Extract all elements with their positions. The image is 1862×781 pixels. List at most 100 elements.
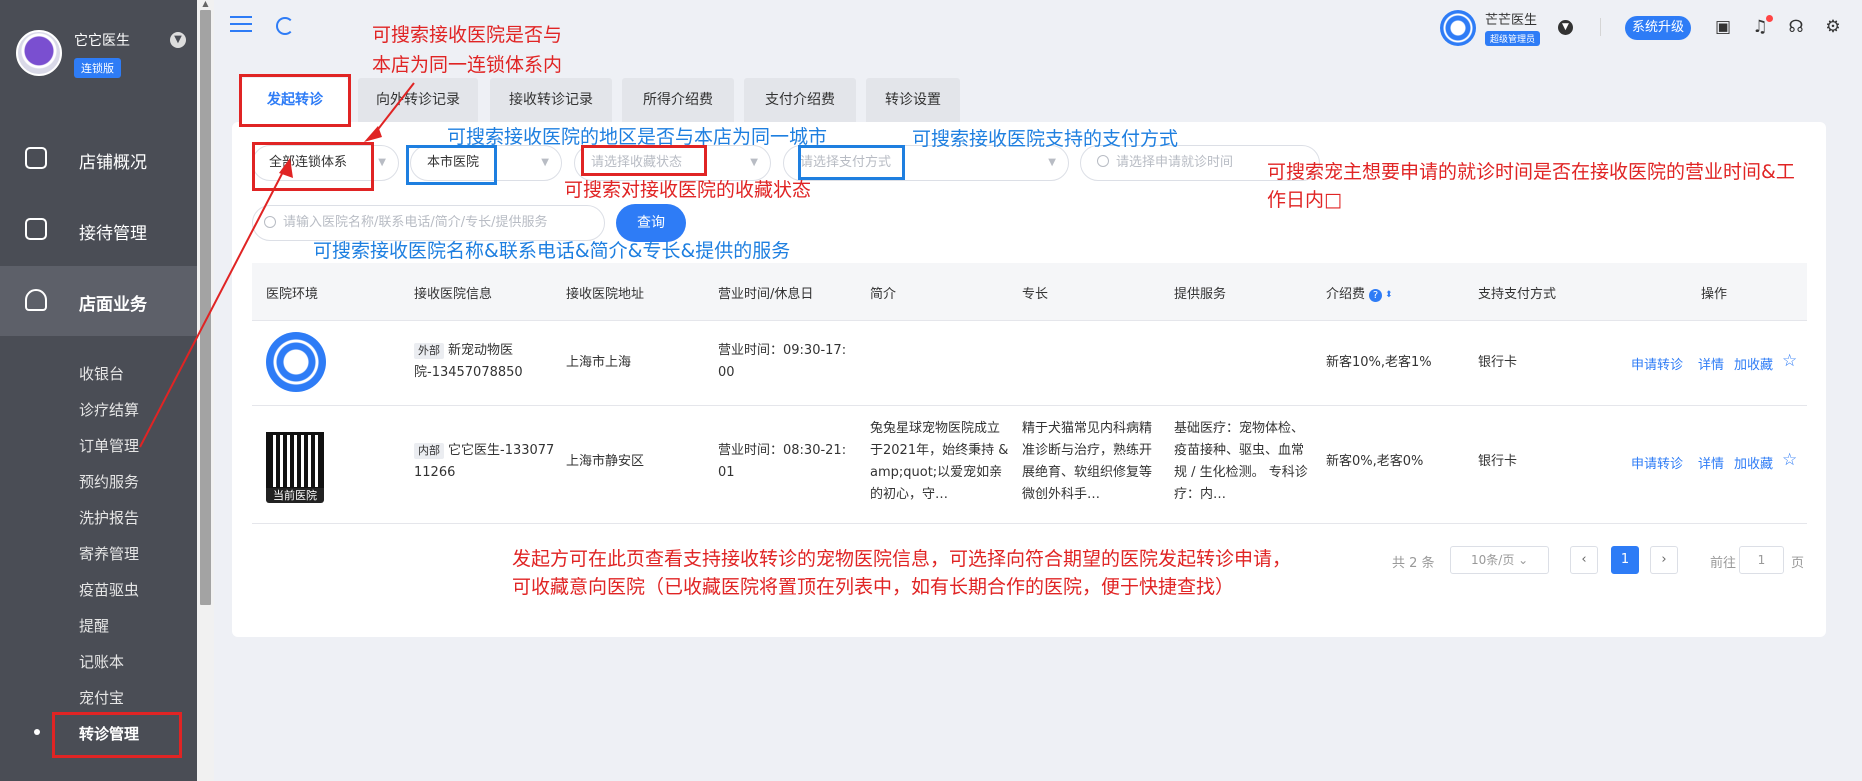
chevron-down-icon[interactable]: ▼ xyxy=(170,32,186,48)
next-page-button[interactable]: › xyxy=(1650,546,1678,574)
chevron-down-icon[interactable]: ▼ xyxy=(1558,20,1573,35)
detail-link[interactable]: 详情 xyxy=(1698,354,1724,373)
scroll-up-icon[interactable]: ▲ xyxy=(200,0,211,8)
goto-page-input[interactable]: 1 xyxy=(1739,546,1784,574)
col-environment: 医院环境 xyxy=(266,287,319,302)
shop-profile[interactable]: 它它医生 连锁版 ▼ xyxy=(16,30,196,80)
calendar-icon[interactable]: ▣ xyxy=(1713,17,1733,37)
nav-sub-appointments[interactable]: 预约服务 xyxy=(79,471,139,492)
hospital-hours: 营业时间：08:30-21:01 xyxy=(718,443,847,480)
tab-referral-settings[interactable]: 转诊设置 xyxy=(866,78,960,122)
tab-outbound-records[interactable]: 向外转诊记录 xyxy=(358,78,478,122)
annotation-text: 可搜索接收医院支持的支付方式 xyxy=(912,128,1179,150)
hospital-address: 上海市静安区 xyxy=(566,454,645,469)
apply-referral-link[interactable]: 申请转诊 xyxy=(1631,453,1683,472)
annotation-text: 可搜索宠主想要申请的就诊时间是否在接收医院的营业时间&工 xyxy=(1267,161,1795,183)
nav-sub-cashier[interactable]: 收银台 xyxy=(79,363,124,384)
annotation-box-tab xyxy=(239,74,351,127)
payment-method: 银行卡 xyxy=(1478,454,1518,469)
shop-name: 它它医生 xyxy=(74,33,130,49)
search-icon xyxy=(264,216,276,228)
annotation-box-sidebar xyxy=(52,712,182,758)
nav-sub-petpay[interactable]: 宠付宝 xyxy=(79,687,124,708)
tab-earned-fees[interactable]: 所得介绍费 xyxy=(622,78,734,122)
hospital-info: 内部 它它医生-13307711266 xyxy=(414,440,559,484)
col-specialty: 专长 xyxy=(1022,287,1049,302)
user-avatar[interactable] xyxy=(1440,10,1476,46)
col-actions: 操作 xyxy=(1701,287,1728,302)
col-hours: 营业时间/休息日 xyxy=(718,287,814,302)
col-fee-label: 介绍费 xyxy=(1326,287,1366,302)
hospital-logo xyxy=(266,332,326,392)
nav-sub-vaccines[interactable]: 疫苗驱虫 xyxy=(79,579,139,600)
tab-paid-fees[interactable]: 支付介绍费 xyxy=(744,78,856,122)
hospital-info: 外部 新宠动物医院-13457078850 xyxy=(414,340,559,384)
apply-referral-link[interactable]: 申请转诊 xyxy=(1631,354,1683,373)
header-divider xyxy=(1600,18,1601,36)
prev-page-button[interactable]: ‹ xyxy=(1570,546,1598,574)
annotation-text: 本店为同一连锁体系内 xyxy=(372,54,563,76)
pagination-total: 共 2 条 xyxy=(1392,556,1435,571)
system-upgrade-button[interactable]: 系统升级 xyxy=(1625,16,1691,40)
page-number-button[interactable]: 1 xyxy=(1611,546,1639,574)
tab-inbound-records[interactable]: 接收转诊记录 xyxy=(490,78,612,122)
referral-fee: 新客0%,老客0% xyxy=(1326,454,1424,469)
nav-sub-reminders[interactable]: 提醒 xyxy=(79,615,109,636)
payment-method: 银行卡 xyxy=(1478,355,1518,370)
shop-avatar xyxy=(16,30,62,76)
table-row: 外部 新宠动物医院-13457078850 上海市上海 营业时间：09:30-17… xyxy=(252,321,1807,406)
hospital-specialty: 精于犬猫常见内科病精准诊断与治疗，熟练开展绝育、软组织修复等微创外科手… xyxy=(1022,421,1153,502)
help-icon[interactable]: ? xyxy=(1369,289,1383,302)
hospital-address: 上海市上海 xyxy=(566,355,632,370)
annotation-text: 发起方可在此页查看支持接收转诊的宠物医院信息，可选择向符合期望的医院发起转诊申请… xyxy=(512,548,1292,570)
goto-suffix: 页 xyxy=(1791,556,1805,571)
menu-icon[interactable] xyxy=(230,16,252,34)
current-hospital-caption: 当前医院 xyxy=(266,488,324,503)
sort-icon[interactable]: ⬍ xyxy=(1385,290,1393,300)
headset-icon[interactable]: ☊ xyxy=(1786,17,1806,37)
table-row: 当前医院 内部 它它医生-13307711266 上海市静安区 营业时间：08:3… xyxy=(252,406,1807,524)
star-icon[interactable]: ☆ xyxy=(1782,351,1797,371)
scrollbar-thumb[interactable] xyxy=(200,10,211,605)
hospital-services: 基础医疗：宠物体检、疫苗接种、驱虫、血常规 / 生化检测。 专科诊疗：内… xyxy=(1174,421,1308,502)
refresh-icon[interactable] xyxy=(276,17,294,35)
clock-icon xyxy=(1097,155,1109,167)
caret-down-icon: ▼ xyxy=(750,157,758,168)
nav-sub-grooming[interactable]: 洗护报告 xyxy=(79,507,139,528)
gear-icon[interactable]: ⚙ xyxy=(1823,17,1843,37)
active-indicator xyxy=(34,729,40,735)
detail-link[interactable]: 详情 xyxy=(1698,453,1724,472)
search-input[interactable]: 请输入医院名称/联系电话/简介/专长/提供服务 xyxy=(252,205,605,241)
chevron-down-icon: ⌄ xyxy=(1518,553,1529,567)
nav-sub-ledger[interactable]: 记账本 xyxy=(79,651,124,672)
hospital-qr-image xyxy=(266,432,324,490)
nav-sub-boarding[interactable]: 寄养管理 xyxy=(79,543,139,564)
add-favorite-link[interactable]: 加收藏 xyxy=(1734,354,1773,373)
annotation-text: 可搜索接收医院名称&联系电话&简介&专长&提供的服务 xyxy=(313,240,791,262)
col-payment: 支持支付方式 xyxy=(1478,287,1557,302)
nav-item-overview[interactable]: 店铺概况 xyxy=(0,124,197,194)
nav-sub-orders[interactable]: 订单管理 xyxy=(79,435,139,456)
page-size-select[interactable]: 10条/页 ⌄ xyxy=(1450,546,1549,574)
visit-time-placeholder: 请选择申请就诊时间 xyxy=(1116,155,1234,170)
nav-item-reception[interactable]: 接待管理 xyxy=(0,195,197,265)
hospital-intro: 兔兔星球宠物医院成立于2021年，始终秉持 &amp;quot;以爱宠如亲的初心… xyxy=(870,421,1009,502)
nav-item-store-business[interactable]: 店面业务 xyxy=(0,266,197,336)
star-icon[interactable]: ☆ xyxy=(1782,450,1797,470)
nav-item-label: 店铺概况 xyxy=(79,153,147,173)
col-intro: 简介 xyxy=(870,287,897,302)
hospital-type-tag: 内部 xyxy=(414,443,444,459)
goto-prefix: 前往 xyxy=(1710,556,1737,571)
annotation-box-city xyxy=(406,145,497,185)
clipboard-icon xyxy=(25,218,47,240)
page-size-value: 10条/页 xyxy=(1471,553,1515,567)
col-address: 接收医院地址 xyxy=(566,287,645,302)
nav-sub-settlement[interactable]: 诊疗结算 xyxy=(79,399,139,420)
add-favorite-link[interactable]: 加收藏 xyxy=(1734,453,1773,472)
col-fee[interactable]: 介绍费? ⬍ xyxy=(1326,283,1393,302)
query-button[interactable]: 查询 xyxy=(616,204,686,242)
caret-down-icon: ▼ xyxy=(541,157,549,168)
user-name: 芒芒医生 xyxy=(1485,13,1538,28)
edition-badge: 连锁版 xyxy=(74,58,121,78)
hospital-type-tag: 外部 xyxy=(414,343,444,359)
